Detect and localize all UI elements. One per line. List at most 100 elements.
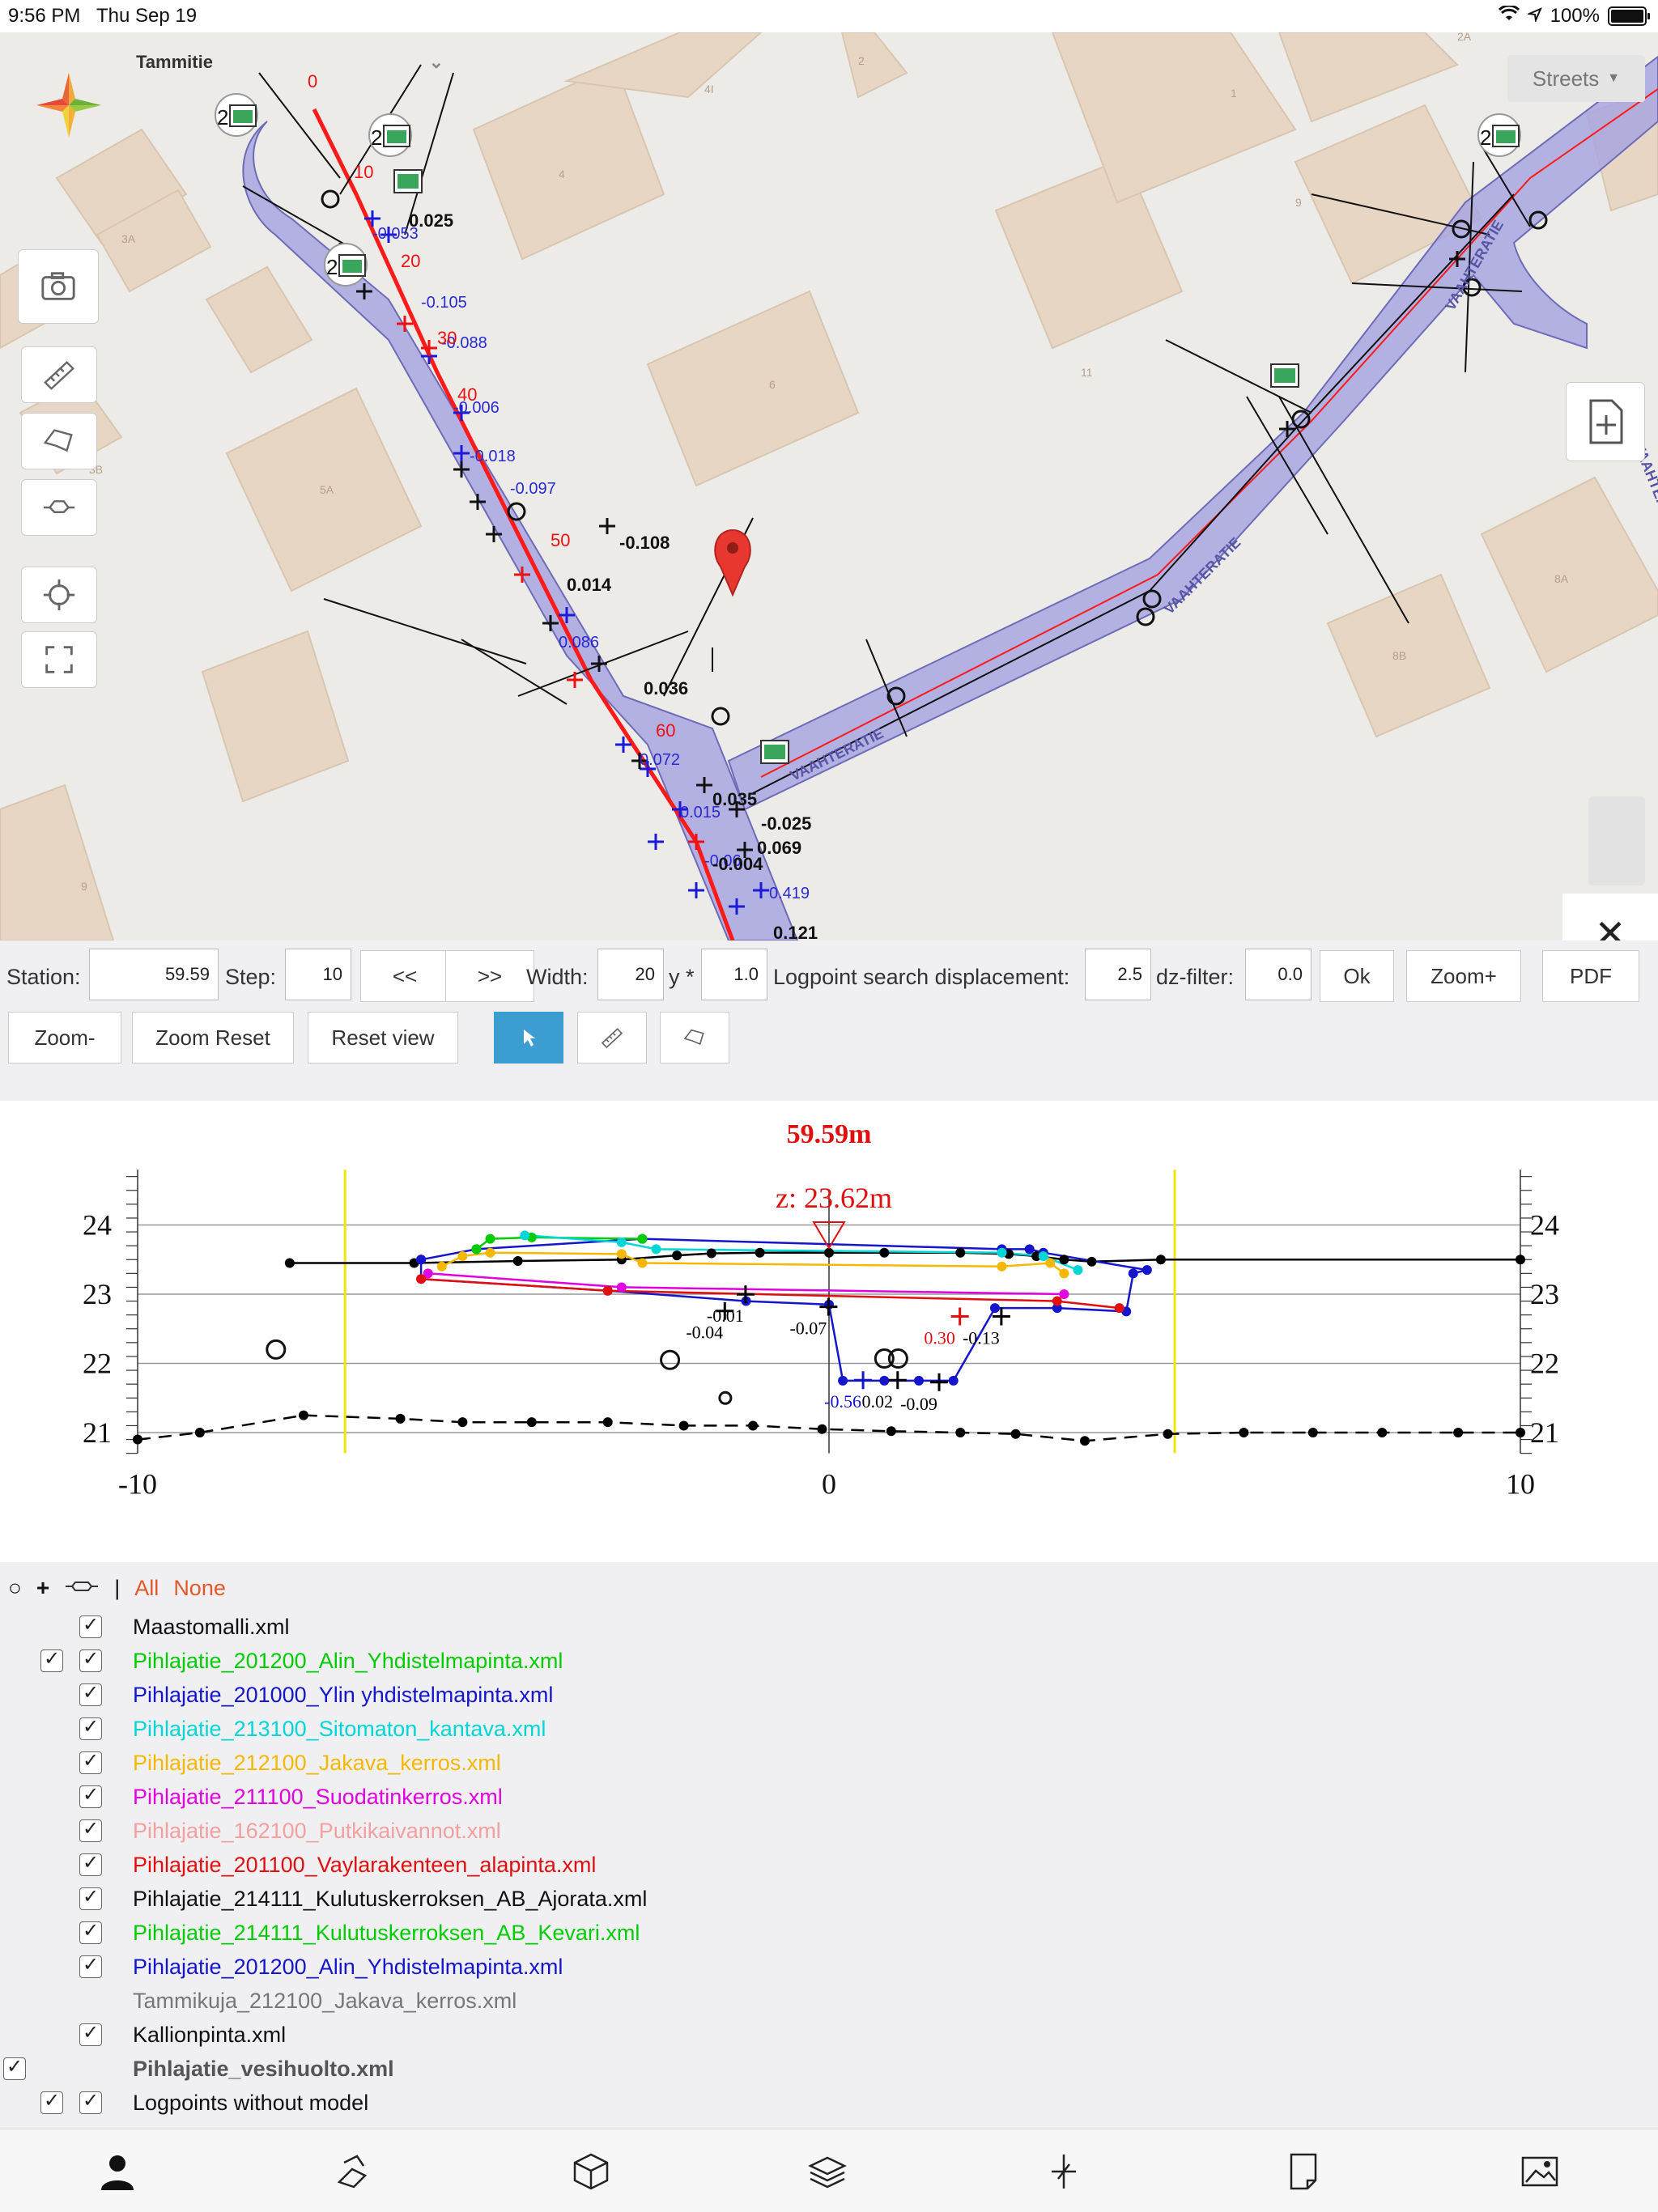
layer-checkbox[interactable] <box>79 1647 102 1672</box>
layer-checkbox[interactable] <box>40 2089 63 2114</box>
layer-checkbox[interactable] <box>79 1817 102 1842</box>
street-selector[interactable]: Tammitie ⌄ <box>121 42 453 83</box>
cross-symbol-icon[interactable]: + <box>36 1575 49 1601</box>
layer-row[interactable]: Pihlajatie_201200_Alin_Yhdistelmapinta.x… <box>0 1951 1658 1983</box>
close-icon: ✕ <box>1594 912 1626 940</box>
map-view[interactable]: 3A 3B 5A 4 4I 2 6 9 11 8A 8B 2A 1 9 -0.0… <box>0 32 1658 940</box>
location-pin-icon[interactable] <box>714 529 751 597</box>
layer-checkbox[interactable] <box>79 1885 102 1910</box>
ok-button[interactable]: Ok <box>1320 950 1394 1002</box>
photo-marker[interactable]: 2 <box>368 113 412 157</box>
close-button[interactable]: ✕ <box>1562 894 1658 940</box>
layer-checkbox[interactable] <box>40 1647 63 1672</box>
cross-label: -0.04 <box>686 1323 723 1343</box>
cross-section-symbol-icon[interactable] <box>64 1576 100 1601</box>
layer-row[interactable]: Tammikuja_212100_Jakava_kerros.xml <box>0 1985 1658 2017</box>
photo-marker[interactable]: 2 <box>1477 113 1521 157</box>
layer-row[interactable]: Pihlajatie_201100_Vaylarakenteen_alapint… <box>0 1849 1658 1881</box>
layer-row[interactable]: Kallionpinta.xml <box>0 2019 1658 2051</box>
map-canvas[interactable]: 3A 3B 5A 4 4I 2 6 9 11 8A 8B 2A 1 9 -0.0… <box>0 32 1658 940</box>
zoom-reset-button[interactable]: Zoom Reset <box>132 1012 294 1064</box>
tab-survey[interactable] <box>329 2147 377 2196</box>
series-line <box>441 1251 1065 1275</box>
locate-me-button[interactable] <box>21 567 97 623</box>
profile-chart[interactable]: 21 2122 2223 2324 24-10 0 10 -0.01-0.04 -0.07 0.… <box>0 1101 1658 1562</box>
layer-checkbox[interactable] <box>79 1783 102 1808</box>
tab-user[interactable] <box>93 2147 142 2196</box>
cross-section-button[interactable] <box>21 479 97 536</box>
document-icon <box>1290 2153 1317 2190</box>
layer-checkbox[interactable] <box>79 1851 102 1876</box>
zoom-in-button[interactable]: Zoom+ <box>1406 950 1521 1002</box>
layer-row[interactable]: Pihlajatie_201000_Ylin yhdistelmapinta.x… <box>0 1679 1658 1711</box>
fullscreen-button[interactable] <box>21 631 97 688</box>
status-right: 100% <box>1498 4 1650 28</box>
layer-row[interactable]: Logpoints without model <box>0 2087 1658 2119</box>
layer-row[interactable]: Pihlajatie_213100_Sitomaton_kantava.xml <box>0 1713 1658 1745</box>
chart-circles <box>266 1339 908 1405</box>
layer-row[interactable]: Pihlajatie_162100_Putkikaivannot.xml <box>0 1815 1658 1847</box>
select-all-link[interactable]: All <box>134 1576 159 1601</box>
layer-checkbox[interactable] <box>79 1613 102 1638</box>
layer-checkbox[interactable] <box>79 1953 102 1978</box>
logpoint-displacement-input[interactable]: 2.5 <box>1085 949 1151 1000</box>
select-none-link[interactable]: None <box>173 1576 226 1601</box>
area-tool-button[interactable] <box>660 1012 729 1064</box>
tab-model[interactable] <box>567 2147 615 2196</box>
layer-checkbox[interactable] <box>79 1749 102 1774</box>
zoom-out-button[interactable]: Zoom- <box>8 1012 121 1064</box>
layer-checkbox[interactable] <box>3 2055 26 2080</box>
crosshair-icon <box>43 579 75 611</box>
station-label: Station: <box>6 965 81 989</box>
measure-area-button[interactable] <box>21 413 97 469</box>
layer-checkbox[interactable] <box>79 2021 102 2046</box>
pdf-button[interactable]: PDF <box>1542 950 1639 1002</box>
cross-mark <box>854 1371 873 1390</box>
camera-button[interactable] <box>18 249 99 324</box>
series-point <box>672 1250 682 1261</box>
svg-text:-0.108: -0.108 <box>619 533 670 553</box>
layer-row[interactable]: Pihlajatie_212100_Jakava_kerros.xml <box>0 1747 1658 1779</box>
width-factor-input[interactable]: 1.0 <box>701 949 767 1000</box>
width-input[interactable]: 20 <box>597 949 664 1000</box>
x-tick-label: 0 <box>822 1468 836 1501</box>
tab-images[interactable] <box>1516 2147 1564 2196</box>
battery-icon <box>1608 6 1650 26</box>
measure-tool-button[interactable] <box>577 1012 647 1064</box>
layer-checkbox[interactable] <box>79 1715 102 1740</box>
measure-distance-button[interactable] <box>21 346 97 403</box>
photo-marker[interactable]: 2 <box>324 243 368 287</box>
layer-row[interactable]: Pihlajatie_214111_Kulutuskerroksen_AB_Aj… <box>0 1883 1658 1915</box>
layer-checkbox[interactable] <box>79 1919 102 1944</box>
tab-layers[interactable] <box>803 2147 852 2196</box>
layer-row[interactable]: Pihlajatie_214111_Kulutuskerroksen_AB_Ke… <box>0 1917 1658 1949</box>
select-tool-button[interactable] <box>494 1012 563 1064</box>
photo-marker[interactable]: 2 <box>215 93 258 137</box>
layer-checkbox[interactable] <box>79 2089 102 2114</box>
photo-marker-single[interactable] <box>760 740 789 764</box>
next-station-button[interactable]: >> <box>445 950 534 1002</box>
tab-stakeout[interactable] <box>1039 2147 1088 2196</box>
layer-row[interactable]: Maastomalli.xml <box>0 1611 1658 1643</box>
cross-section-profile[interactable]: 21 21 22 22 23 23 24 24 -10 0 10 -0.01 -0.04 -0.07 0.… <box>0 1101 1658 1562</box>
station-input[interactable]: 59.59 <box>89 949 219 1000</box>
add-document-button[interactable] <box>1566 382 1645 461</box>
svg-text:2: 2 <box>371 125 382 150</box>
layer-row[interactable]: Pihlajatie_vesihuolto.xml <box>0 2053 1658 2085</box>
layer-row[interactable]: Pihlajatie_211100_Suodatinkerros.xml <box>0 1781 1658 1813</box>
map-scroll-handle[interactable] <box>1588 796 1645 885</box>
camera-icon <box>41 272 75 300</box>
dz-filter-input[interactable]: 0.0 <box>1245 949 1312 1000</box>
previous-station-button[interactable]: << <box>360 950 449 1002</box>
header-separator: | <box>114 1575 121 1600</box>
reset-view-button[interactable]: Reset view <box>308 1012 458 1064</box>
photo-marker-single[interactable] <box>1270 363 1299 388</box>
photo-marker-single[interactable] <box>393 169 423 193</box>
layer-checkbox[interactable] <box>79 1681 102 1706</box>
basemap-selector[interactable]: Streets ▼ <box>1507 55 1645 102</box>
tab-documents[interactable] <box>1279 2147 1328 2196</box>
step-input[interactable]: 10 <box>285 949 351 1000</box>
cross-label: -0.13 <box>963 1328 1000 1348</box>
circle-symbol-icon[interactable]: ○ <box>8 1575 22 1601</box>
layer-row[interactable]: Pihlajatie_201200_Alin_Yhdistelmapinta.x… <box>0 1645 1658 1677</box>
